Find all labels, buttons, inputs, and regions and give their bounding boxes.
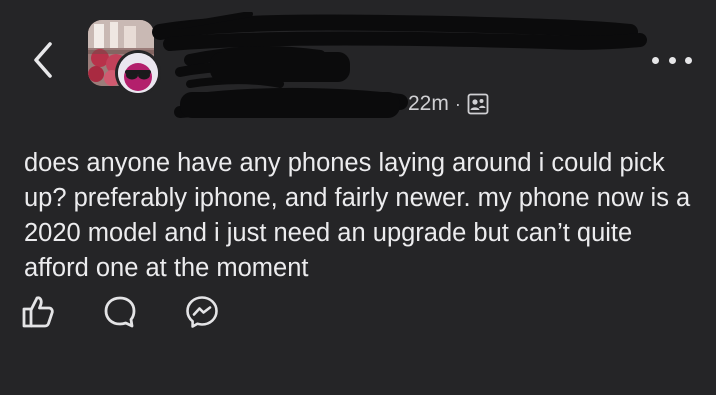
like-button[interactable] (18, 292, 58, 332)
chevron-left-icon (34, 42, 52, 78)
post-meta: 22m · (408, 92, 489, 116)
more-options-button[interactable] (652, 50, 692, 70)
group-members-icon (467, 93, 489, 115)
post-actions (18, 292, 222, 332)
messenger-icon (186, 296, 218, 328)
more-options-icon-dot (685, 56, 692, 64)
comment-bubble-icon (104, 296, 136, 328)
thumbs-up-icon (22, 296, 54, 328)
meta-separator: · (454, 93, 461, 114)
comment-button[interactable] (100, 292, 140, 332)
post-body-text: does anyone have any phones laying aroun… (24, 149, 691, 282)
share-messenger-button[interactable] (182, 292, 222, 332)
more-options-icon-dot (668, 56, 676, 64)
back-button[interactable] (26, 40, 60, 80)
group-post: 22m · does anyone have any phones laying… (0, 0, 716, 395)
more-options-icon-dot (652, 56, 659, 64)
timestamp: 22m (408, 92, 449, 115)
